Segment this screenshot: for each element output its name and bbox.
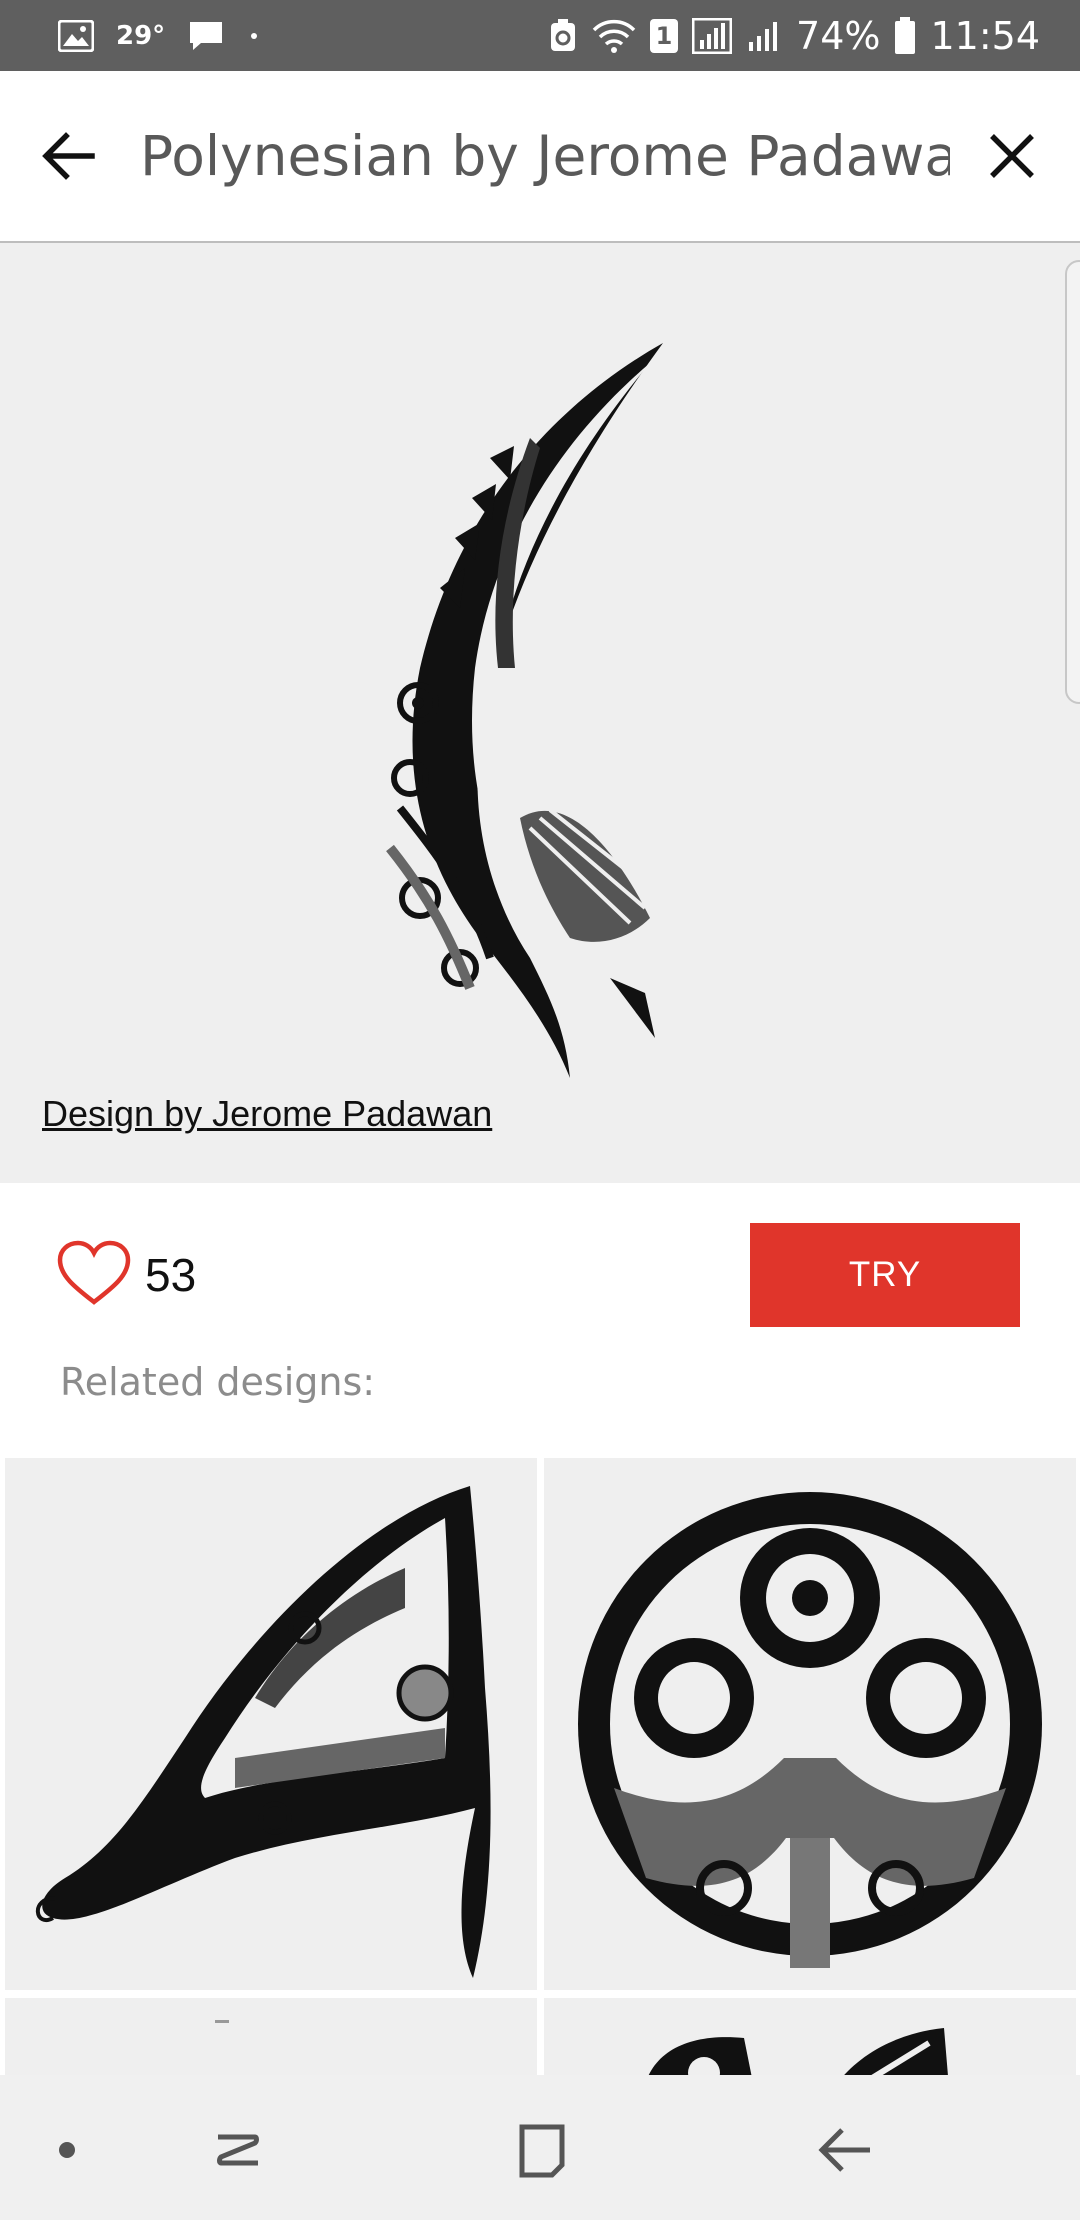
temperature: 29° <box>116 20 166 51</box>
clock: 11:54 <box>930 13 1040 58</box>
system-nav-bar <box>0 2075 1080 2220</box>
like-count: 53 <box>145 1249 197 1301</box>
signal-icon <box>692 17 733 54</box>
home-button[interactable] <box>497 2105 587 2195</box>
sim-badge: 1 <box>650 18 679 53</box>
recents-icon <box>217 2134 259 2166</box>
recycle-icon <box>548 18 578 54</box>
try-button[interactable]: TRY <box>750 1223 1020 1327</box>
design-preview: Design by Jerome Padawan <box>0 243 1080 1183</box>
recents-button[interactable] <box>193 2105 283 2195</box>
design-credit-link[interactable]: Design by Jerome Padawan <box>42 1093 492 1135</box>
status-bar: 29° 1 74% 11:54 <box>0 0 1080 71</box>
tattoo-design-image[interactable] <box>380 338 720 1078</box>
close-icon <box>990 134 1034 178</box>
app-bar: Polynesian by Jerome Padawan <box>0 71 1080 243</box>
chat-icon <box>187 19 225 53</box>
battery-icon <box>894 16 916 55</box>
close-button[interactable] <box>972 116 1052 196</box>
battery-percent: 74% <box>796 13 881 58</box>
related-design-tile[interactable] <box>5 1458 537 1990</box>
tattoo-thumbnail <box>35 1486 491 1978</box>
tattoo-thumbnail <box>578 1492 1042 1968</box>
back-button[interactable] <box>30 116 110 196</box>
heart-icon <box>57 1240 131 1305</box>
dot-icon <box>247 29 261 43</box>
page-title: Polynesian by Jerome Padawan <box>140 124 950 188</box>
edge-panel-handle[interactable] <box>1065 260 1080 704</box>
back-nav-button[interactable] <box>800 2105 890 2195</box>
wifi-icon <box>592 18 636 54</box>
arrow-left-icon <box>42 132 95 180</box>
nav-dot-button[interactable] <box>22 2105 112 2195</box>
dot-icon <box>59 2142 75 2158</box>
like-button[interactable] <box>56 1240 132 1308</box>
related-designs-label: Related designs: <box>60 1360 376 1404</box>
sim-number: 1 <box>655 21 673 50</box>
home-icon <box>519 2124 565 2178</box>
gallery-icon <box>58 19 94 52</box>
signal-icon-2 <box>746 18 782 54</box>
related-design-tile[interactable] <box>544 1458 1076 1990</box>
back-icon <box>818 2128 870 2172</box>
